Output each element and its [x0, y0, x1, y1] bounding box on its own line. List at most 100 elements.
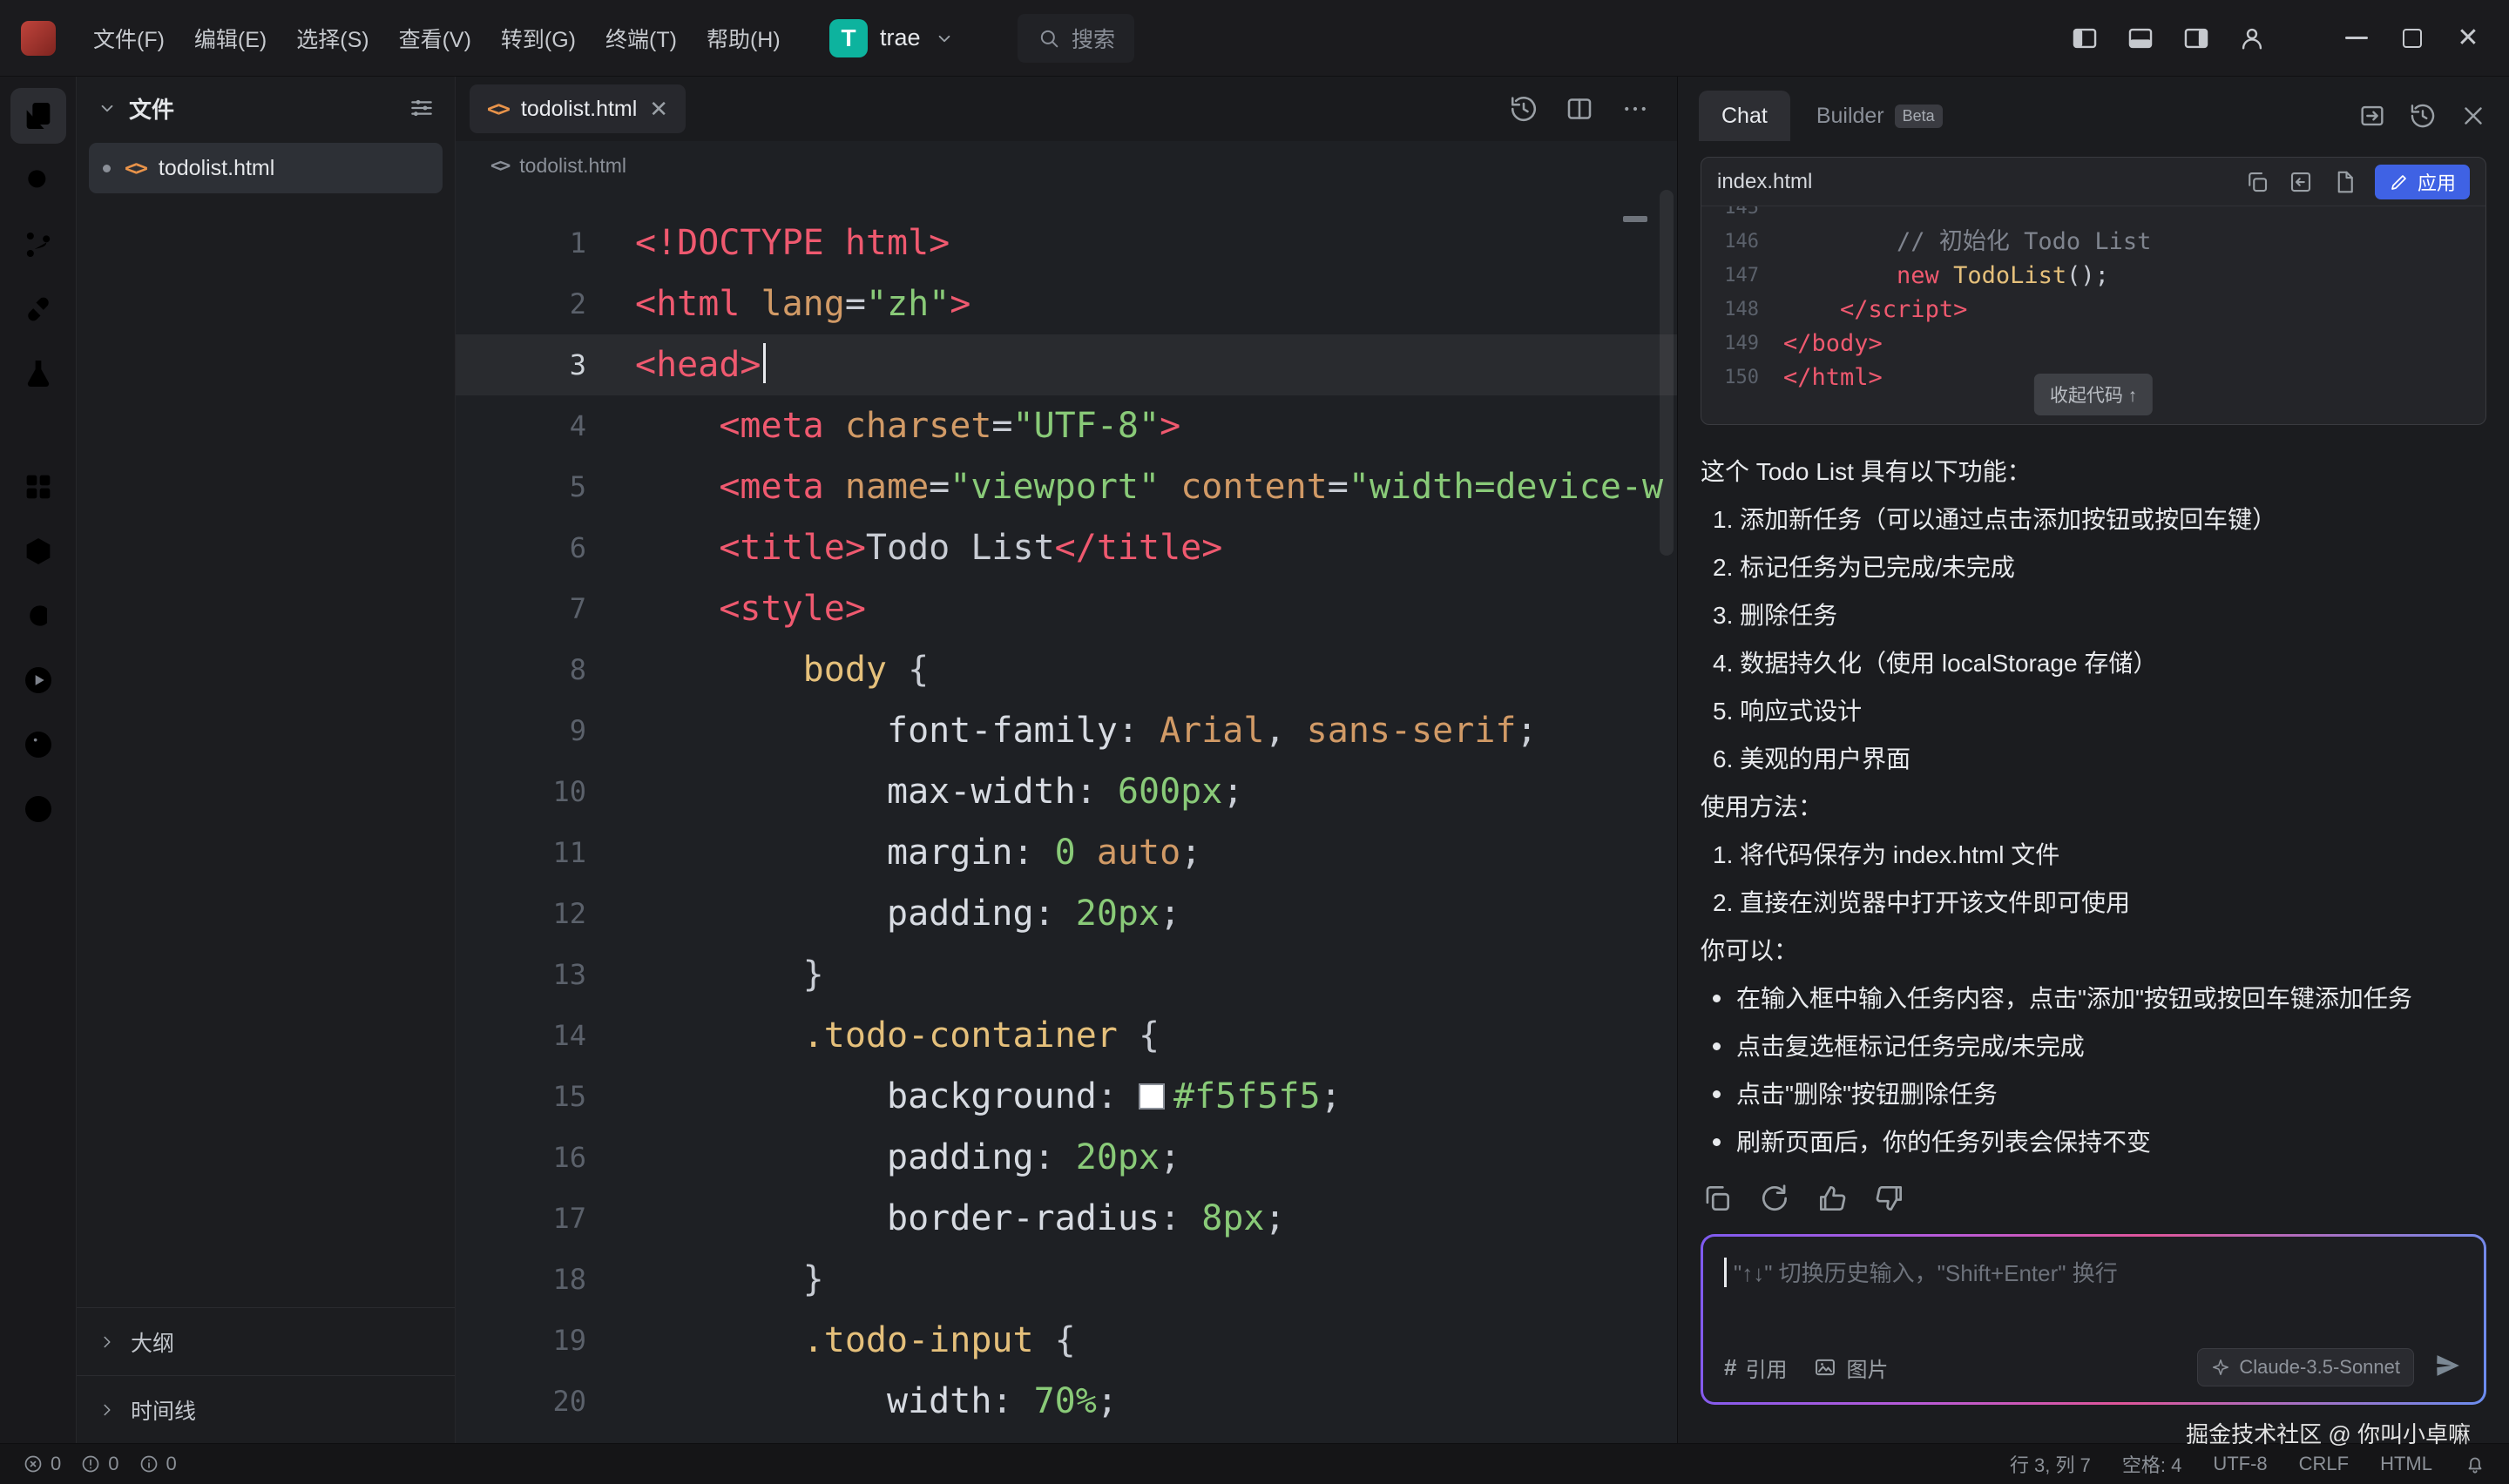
cando-title: 你可以： [1701, 927, 2486, 975]
code-token: : [1160, 1198, 1201, 1238]
thumbs-down-icon[interactable] [1873, 1182, 1906, 1215]
assistant-header: Chat Builder Beta [1678, 77, 2509, 141]
close-button[interactable]: ✕ [2453, 24, 2483, 53]
package-icon[interactable] [10, 523, 66, 579]
code-line: 3<head> [456, 334, 1677, 395]
open-chat-editor-icon[interactable] [2357, 101, 2387, 131]
language-mode[interactable]: HTML [2380, 1453, 2432, 1475]
create-file-icon[interactable] [2331, 169, 2357, 195]
image-button[interactable]: 图片 [1813, 1352, 1888, 1383]
watermark: 掘金技术社区 @ 你叫小卓嘛 [2186, 1417, 2471, 1449]
reference-button[interactable]: # 引用 [1724, 1352, 1787, 1383]
code-token: width [887, 1381, 991, 1421]
maximize-button[interactable] [2397, 24, 2427, 53]
editor-scrollbar[interactable] [1660, 190, 1674, 556]
code-token: Arial [1160, 711, 1264, 751]
code-token: "zh" [866, 284, 950, 324]
menu-item[interactable]: 查看(V) [384, 14, 486, 63]
split-editor-icon[interactable] [1564, 93, 1595, 125]
timeline-section[interactable]: 时间线 [77, 1375, 455, 1443]
regenerate-icon[interactable] [1758, 1182, 1791, 1215]
file-history-icon[interactable] [1508, 93, 1539, 125]
send-button[interactable] [2433, 1351, 2463, 1385]
copilot-icon[interactable] [10, 588, 66, 644]
media-icon[interactable] [10, 717, 66, 772]
code-editor[interactable]: 1<!DOCTYPE html>2<html lang="zh">3<head>… [456, 190, 1677, 1443]
chat-input[interactable]: "↑↓" 切换历史输入，"Shift+Enter" 换行 # 引用 图片 [1703, 1237, 2484, 1402]
cursor-position[interactable]: 行 3, 列 7 [2010, 1450, 2091, 1478]
toggle-sidebar-right-icon[interactable] [2181, 24, 2211, 53]
file-item-todolist[interactable]: <> todolist.html [89, 143, 443, 193]
apply-button[interactable]: 应用 [2375, 165, 2470, 199]
copy-message-icon[interactable] [1701, 1182, 1734, 1215]
chevron-down-icon [933, 27, 956, 50]
outline-section[interactable]: 大纲 [77, 1307, 455, 1375]
assistant-message: 这个 Todo List 具有以下功能： 1. 添加新任务（可以通过点击添加按钮… [1701, 448, 2486, 1166]
thumbs-up-icon[interactable] [1816, 1182, 1849, 1215]
line-number: 5 [456, 456, 586, 517]
line-number: 10 [456, 761, 586, 822]
insert-code-icon[interactable] [2288, 169, 2314, 195]
more-actions-icon[interactable] [1620, 93, 1651, 125]
account-icon[interactable] [2237, 24, 2267, 53]
code-line: 12 padding: 20px; [456, 883, 1677, 944]
code-token [635, 528, 719, 568]
problems-info[interactable]: 0 [139, 1453, 177, 1475]
menu-item[interactable]: 编辑(E) [179, 14, 281, 63]
line-number: 18 [456, 1249, 586, 1310]
notifications-bell-icon[interactable] [2464, 1453, 2486, 1475]
menu-item[interactable]: 选择(S) [281, 14, 383, 63]
toggle-sidebar-left-icon[interactable] [2070, 24, 2100, 53]
menu-item[interactable]: 转到(G) [486, 14, 591, 63]
global-search[interactable]: 搜索 [1018, 14, 1134, 63]
problems-warnings[interactable]: 0 [80, 1453, 118, 1475]
sidebar-header[interactable]: 文件 [77, 77, 455, 139]
encoding[interactable]: UTF-8 [2213, 1453, 2267, 1475]
tab-todolist[interactable]: <> todolist.html ✕ [470, 84, 686, 133]
tab-chat[interactable]: Chat [1699, 91, 1790, 141]
code-line: 15 background: #f5f5f5; [456, 1066, 1677, 1127]
menu-item[interactable]: 帮助(H) [692, 14, 795, 63]
eol-setting[interactable]: CRLF [2299, 1453, 2349, 1475]
close-panel-icon[interactable] [2458, 101, 2488, 131]
code-line: 16 padding: 20px; [456, 1127, 1677, 1188]
feature-item: 4. 数据持久化（使用 localStorage 存储） [1701, 639, 2486, 687]
code-token: <head> [635, 345, 761, 385]
extensions-grid-icon[interactable] [10, 459, 66, 515]
code-token [635, 894, 887, 934]
activity-bar [0, 77, 77, 1443]
toggle-panel-bottom-icon[interactable] [2126, 24, 2155, 53]
minimize-button[interactable] [2342, 24, 2371, 53]
indent-setting[interactable]: 空格: 4 [2122, 1450, 2181, 1478]
collapse-code-button[interactable]: 收起代码 ↑ [2034, 374, 2153, 415]
code-token: ; [1160, 894, 1180, 934]
menu-item[interactable]: 终端(T) [591, 14, 692, 63]
code-line: 145 [1701, 206, 2485, 225]
workspace-switcher[interactable]: T trae [829, 19, 956, 57]
feature-list: 1. 添加新任务（可以通过点击添加按钮或按回车键）2. 标记任务为已完成/未完成… [1701, 496, 2486, 783]
breadcrumb[interactable]: <> todolist.html [456, 141, 1677, 190]
model-selector[interactable]: Claude-3.5-Sonnet [2197, 1348, 2414, 1386]
chat-history-icon[interactable] [2408, 101, 2438, 131]
history-icon[interactable] [10, 781, 66, 837]
tab-builder[interactable]: Builder Beta [1816, 91, 1943, 141]
error-icon [23, 1454, 44, 1474]
explorer-icon[interactable] [10, 88, 66, 144]
run-icon[interactable] [10, 652, 66, 708]
menu-item[interactable]: 文件(F) [78, 14, 179, 63]
problems-errors[interactable]: 0 [23, 1453, 61, 1475]
copy-code-icon[interactable] [2244, 169, 2270, 195]
filter-icon[interactable] [408, 94, 436, 122]
code-line: 5 <meta name="viewport" content="width=d… [456, 456, 1677, 517]
message-actions [1701, 1182, 2486, 1215]
chevron-down-icon [96, 97, 118, 119]
close-tab-icon[interactable]: ✕ [649, 98, 668, 120]
code-token [1076, 833, 1097, 873]
breadcrumb-item[interactable]: todolist.html [519, 154, 626, 178]
references-icon[interactable] [10, 281, 66, 337]
code-token: : [991, 1381, 1033, 1421]
search-sidebar-icon[interactable] [10, 152, 66, 208]
source-control-icon[interactable] [10, 217, 66, 273]
code-token: { [1034, 1320, 1076, 1360]
test-flask-icon[interactable] [10, 346, 66, 401]
